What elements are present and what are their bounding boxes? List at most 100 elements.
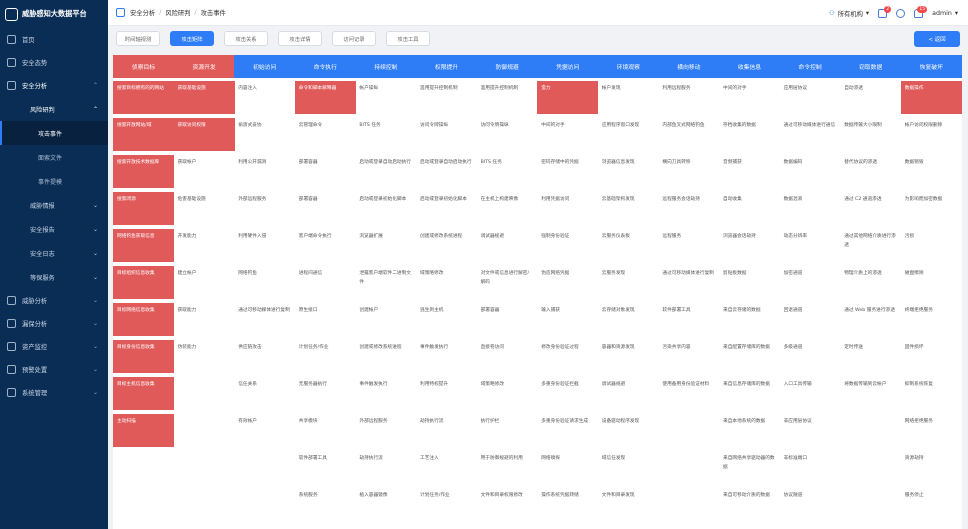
technique-cell[interactable]: 目标主机信息收集 bbox=[113, 377, 174, 410]
technique-cell[interactable]: 计划任务/作业 bbox=[416, 488, 477, 521]
back-button[interactable]: < 返回 bbox=[914, 31, 960, 47]
sidebar-item-attack-events[interactable]: 攻击事件 bbox=[0, 121, 108, 145]
technique-cell[interactable]: 数据操作 bbox=[900, 81, 962, 114]
technique-cell[interactable]: 部署容器 bbox=[295, 192, 356, 225]
technique-cell[interactable]: 磁盘擦除 bbox=[901, 266, 962, 299]
technique-cell[interactable]: 数据销毁 bbox=[901, 155, 962, 188]
technique-cell[interactable]: 云服务仪表板 bbox=[598, 229, 659, 262]
matrix-column-header[interactable]: 窃取数据 bbox=[840, 55, 902, 78]
technique-cell[interactable]: 远程服务会话劫持 bbox=[658, 192, 719, 225]
technique-cell[interactable]: 通过 Web 服务进行渗透 bbox=[840, 303, 901, 336]
technique-cell[interactable]: 计划任务/作业 bbox=[295, 340, 356, 373]
sidebar-item-compliance[interactable]: 等保服务 ⌄ bbox=[0, 265, 108, 289]
sidebar-item-files[interactable]: 面索文件 bbox=[0, 145, 108, 169]
technique-cell[interactable]: 内部鱼叉式网络钓鱼 bbox=[658, 118, 719, 151]
technique-cell[interactable]: 加密通道 bbox=[780, 266, 841, 299]
technique-cell[interactable]: 音频捕获 bbox=[719, 155, 780, 188]
technique-cell[interactable]: 客户端命令执行 bbox=[295, 229, 356, 262]
technique-cell[interactable]: 多重身份验证拦截 bbox=[537, 377, 598, 410]
technique-cell[interactable]: 应用程序窗口发现 bbox=[598, 118, 659, 151]
technique-cell[interactable]: 通过其他网络介质进行渗透 bbox=[840, 229, 901, 262]
technique-cell[interactable]: 通过可移动媒体进行复制 bbox=[234, 303, 295, 336]
technique-cell[interactable]: 云服务发现 bbox=[598, 266, 659, 299]
technique-cell[interactable]: 横向刀具转移 bbox=[658, 155, 719, 188]
technique-cell[interactable]: 多重身份验证请求生成 bbox=[537, 414, 598, 447]
technique-cell[interactable]: 启动或登录初始化脚本 bbox=[416, 192, 477, 225]
technique-cell[interactable]: 滥用提升控制机制 bbox=[416, 81, 477, 114]
technique-cell[interactable]: 自动渗透 bbox=[840, 81, 901, 114]
sidebar-item-home[interactable]: 首页 bbox=[0, 28, 108, 51]
technique-cell[interactable]: 启动或登录初始化脚本 bbox=[355, 192, 416, 225]
sidebar-item-analysis[interactable]: 安全分析 ⌃ bbox=[0, 74, 108, 97]
technique-cell[interactable]: 域策略修改 bbox=[416, 266, 477, 299]
technique-cell[interactable]: 协议隧道 bbox=[780, 488, 841, 521]
matrix-column-header[interactable]: 恢复破坏 bbox=[900, 55, 962, 78]
technique-cell[interactable]: 原生接口 bbox=[295, 303, 356, 336]
sidebar-item-system[interactable]: 系统管理 ⌄ bbox=[0, 381, 108, 404]
technique-cell[interactable]: 搜索闭源 bbox=[113, 192, 174, 225]
technique-cell[interactable]: 动态分辨率 bbox=[780, 229, 841, 262]
technique-cell[interactable]: 调试器规避 bbox=[598, 377, 659, 410]
technique-cell[interactable]: 域信任发现 bbox=[598, 451, 659, 484]
technique-cell[interactable]: 帐户访问权限删除 bbox=[901, 118, 962, 151]
technique-cell[interactable]: 来自本地系统的数据 bbox=[719, 414, 780, 447]
technique-cell[interactable]: 外部远程服务 bbox=[355, 414, 416, 447]
sidebar-item-intel[interactable]: 威胁情报 ⌄ bbox=[0, 193, 108, 217]
technique-cell[interactable]: 植入容器镜像 bbox=[355, 488, 416, 521]
technique-cell[interactable]: 浏览器扩展 bbox=[355, 229, 416, 262]
technique-cell[interactable]: 浏览器信息发现 bbox=[598, 155, 659, 188]
matrix-column-header[interactable]: 资源开发 bbox=[173, 55, 235, 78]
technique-cell[interactable]: 主动扫描 bbox=[113, 414, 174, 447]
technique-cell[interactable]: 输入捕获 bbox=[537, 303, 598, 336]
technique-cell[interactable]: 搜索开放网站/域 bbox=[113, 118, 174, 151]
technique-cell[interactable]: 剪贴板数据 bbox=[719, 266, 780, 299]
technique-cell[interactable]: 创建或修改系统进程 bbox=[416, 229, 477, 262]
technique-cell[interactable]: 用于防御规避的利用 bbox=[477, 451, 538, 484]
technique-cell[interactable]: 滥用提升控制机制 bbox=[477, 81, 538, 114]
breadcrumb-item[interactable]: 安全分析 bbox=[130, 8, 155, 17]
technique-cell[interactable]: 密码存储中的凭据 bbox=[537, 155, 598, 188]
technique-cell[interactable]: 网络钓鱼 bbox=[234, 266, 295, 299]
technique-cell[interactable]: 供应链攻击 bbox=[234, 340, 295, 373]
technique-cell[interactable]: 启动或登录自动启动执行 bbox=[416, 155, 477, 188]
technique-cell[interactable]: 定时传送 bbox=[840, 340, 901, 373]
technique-cell[interactable]: 文件和目录发现 bbox=[598, 488, 659, 521]
technique-cell[interactable]: 有效帐户 bbox=[234, 414, 295, 447]
technique-cell[interactable]: 在主机上构建映像 bbox=[477, 192, 538, 225]
technique-cell[interactable]: 访问令牌操纵 bbox=[416, 118, 477, 151]
technique-cell[interactable]: 建立帐户 bbox=[174, 266, 235, 299]
tab-attack-relation[interactable]: 攻击关系 bbox=[224, 31, 268, 46]
sidebar-item-alert[interactable]: 预警处置 ⌄ bbox=[0, 358, 108, 381]
technique-cell[interactable]: 使用备用身份验证材料 bbox=[658, 377, 719, 410]
technique-cell[interactable]: 部署容器 bbox=[295, 155, 356, 188]
technique-cell[interactable]: 数据传输大小限制 bbox=[840, 118, 901, 151]
technique-cell[interactable]: 云基础架构发现 bbox=[598, 192, 659, 225]
matrix-column-header[interactable]: 侦察目标 bbox=[113, 55, 174, 78]
technique-cell[interactable]: 中间的对手 bbox=[537, 118, 598, 151]
technique-cell[interactable]: 网络拒绝服务 bbox=[901, 414, 962, 447]
compass-icon[interactable] bbox=[896, 8, 906, 18]
technique-cell[interactable]: 帐户操纵 bbox=[355, 81, 416, 114]
technique-cell[interactable]: 泄露客户端软件二进制文件 bbox=[355, 266, 416, 299]
technique-cell[interactable]: 对文件或信息进行解密/解码 bbox=[477, 266, 538, 299]
matrix-column-header[interactable]: 权限提升 bbox=[416, 55, 477, 78]
technique-cell[interactable]: 事件触发执行 bbox=[355, 377, 416, 410]
technique-cell[interactable]: 创建或修改系统进程 bbox=[355, 340, 416, 373]
technique-cell[interactable]: 数据编码 bbox=[780, 155, 841, 188]
technique-cell[interactable]: 固件损坏 bbox=[901, 340, 962, 373]
technique-cell[interactable]: 目标组织信息收集 bbox=[113, 266, 174, 299]
technique-cell[interactable]: 进程间通信 bbox=[295, 266, 356, 299]
technique-cell[interactable]: 劫持执行流 bbox=[355, 451, 416, 484]
technique-cell[interactable]: 内容注入 bbox=[234, 81, 295, 114]
sidebar-item-report[interactable]: 安全报告 ⌄ bbox=[0, 217, 108, 241]
technique-cell[interactable]: 为影响而加密数据 bbox=[901, 192, 962, 225]
sidebar-item-event-mining[interactable]: 事件提模 bbox=[0, 169, 108, 193]
technique-cell[interactable]: 操作系统凭据转储 bbox=[537, 488, 598, 521]
technique-cell[interactable]: 命令和脚本解释器 bbox=[294, 81, 356, 114]
technique-cell[interactable]: 搜索目标拥有的的网站 bbox=[113, 81, 174, 114]
technique-cell[interactable]: 工艺注入 bbox=[416, 451, 477, 484]
technique-cell[interactable]: 直接卷访问 bbox=[477, 340, 538, 373]
technique-cell[interactable]: 抑制系统恢复 bbox=[901, 377, 962, 410]
sidebar-item-threat[interactable]: 威胁分析 ⌄ bbox=[0, 289, 108, 312]
sidebar-item-log[interactable]: 安全日志 ⌄ bbox=[0, 241, 108, 265]
